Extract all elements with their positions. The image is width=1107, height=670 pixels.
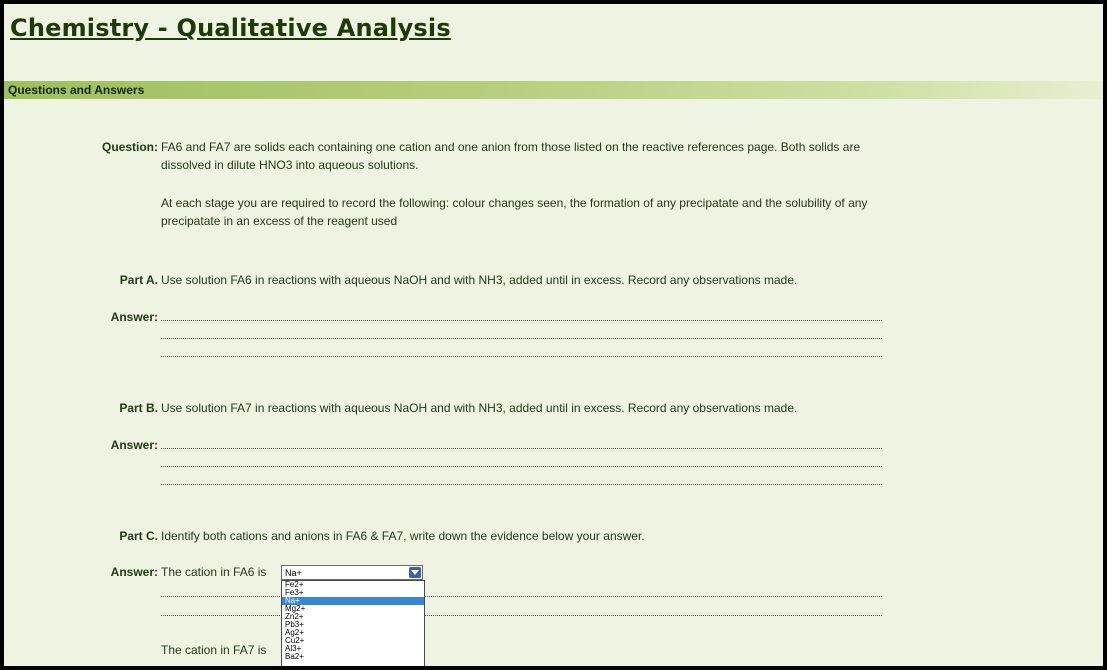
page-frame: Chemistry - Qualitative Analysis Questio…: [0, 0, 1107, 670]
part-b-answer-line-2[interactable]: [161, 466, 882, 467]
part-b-label: Part B.: [119, 401, 158, 415]
section-title: Questions and Answers: [8, 83, 145, 97]
cation-option[interactable]: Mg2+: [282, 605, 424, 613]
fa6-cation-options-list[interactable]: Fe2+ Fe3+ Na+ Mg2+ Zn2+ Pb3+ Ag2+ Cu2+ Al3+ Ba2+: [281, 580, 425, 666]
fa7-cation-prompt: The cation in FA7 is: [161, 643, 267, 657]
part-c-text: Identify both cations and anions in FA6 …: [161, 529, 645, 543]
part-a-answer-line-1[interactable]: [161, 320, 882, 321]
part-c-answer-label: Answer:: [110, 565, 158, 579]
page-title: Chemistry - Qualitative Analysis: [10, 14, 451, 42]
fa6-cation-prompt: The cation in FA6 is: [161, 565, 267, 579]
section-header: Questions and Answers: [4, 81, 1103, 99]
part-c-label: Part C.: [119, 529, 158, 543]
question-text-line3: At each stage you are required to record…: [161, 196, 868, 210]
part-a-text: Use solution FA6 in reactions with aqueo…: [161, 273, 798, 287]
part-c-answer-line-1[interactable]: [161, 596, 882, 597]
cation-option[interactable]: Fe3+: [282, 589, 424, 597]
question-text-line1: FA6 and FA7 are solids each containing o…: [161, 140, 861, 154]
question-text-line4: precipatate in an excess of the reagent …: [161, 214, 398, 228]
part-a-answer-line-2[interactable]: [161, 338, 882, 339]
fa6-cation-selected-value: Na+: [285, 568, 302, 578]
part-b-text: Use solution FA7 in reactions with aqueo…: [161, 401, 798, 415]
part-a-label: Part A.: [119, 273, 158, 287]
part-b-answer-line-3[interactable]: [161, 484, 882, 485]
part-a-answer-line-3[interactable]: [161, 356, 882, 357]
part-c-answer-line-2[interactable]: [161, 615, 882, 616]
part-b-answer-label: Answer:: [110, 438, 158, 452]
cation-option[interactable]: Fe2+: [282, 581, 424, 589]
part-b-answer-line-1[interactable]: [161, 448, 882, 449]
question-label: Question:: [102, 140, 158, 154]
fa6-cation-select[interactable]: Na+: [281, 565, 423, 580]
part-a-answer-label: Answer:: [110, 310, 158, 324]
chevron-down-icon[interactable]: [409, 567, 421, 578]
question-text-line2: dissolved in dilute HNO3 into aqueous so…: [161, 158, 419, 172]
cation-option[interactable]: Ba2+: [282, 653, 424, 661]
cation-option[interactable]: Cu2+: [282, 637, 424, 645]
